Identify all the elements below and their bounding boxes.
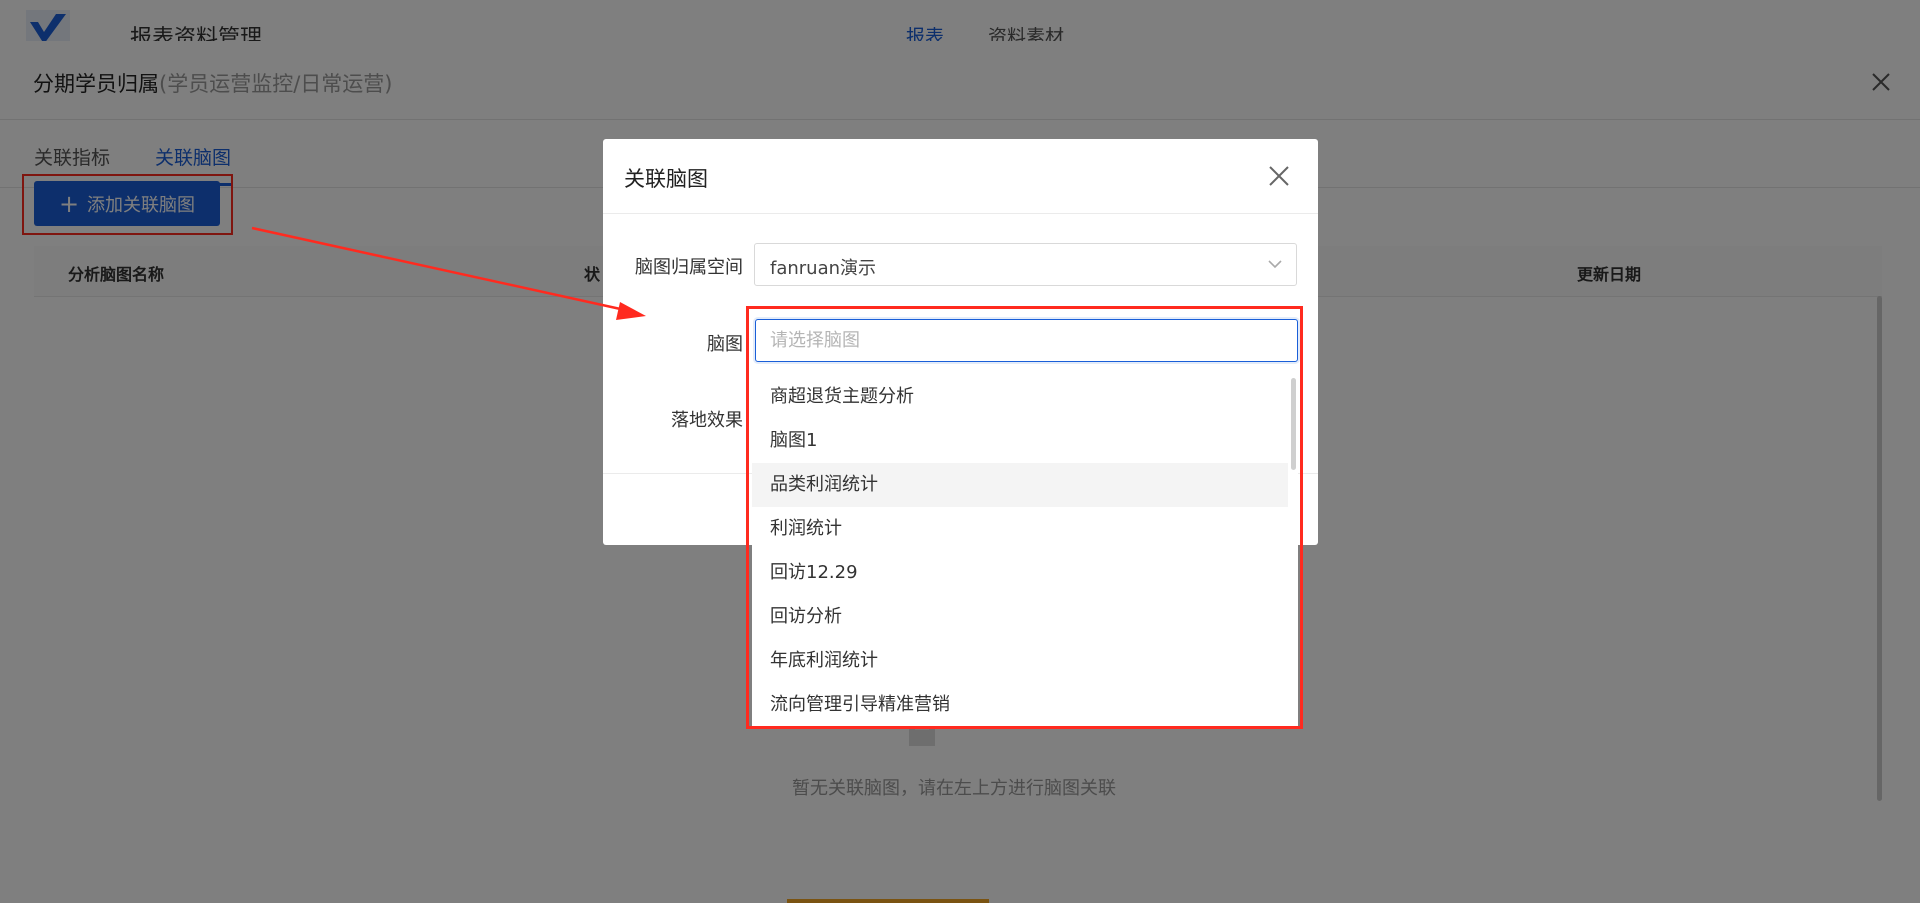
dropdown-option[interactable]: 商超退货主题分析 (752, 375, 1288, 419)
dropdown-option[interactable]: 年底利润统计 (752, 639, 1288, 683)
space-field-label: 脑图归属空间 (635, 257, 743, 278)
dropdown-option[interactable]: 流向管理引导精准营销 (752, 683, 1288, 726)
modal-header: 关联脑图 (603, 139, 1318, 214)
chevron-down-icon (1268, 260, 1282, 269)
modal-title: 关联脑图 (624, 167, 708, 191)
dropdown-option[interactable]: 利润统计 (752, 507, 1288, 551)
dropdown-option[interactable]: 回访12.29 (752, 551, 1288, 595)
close-icon[interactable] (1267, 164, 1291, 188)
space-select[interactable]: fanruan演示 (754, 243, 1297, 286)
dropdown-option[interactable]: 回访分析 (752, 595, 1288, 639)
effect-field-label: 落地效果 (671, 410, 743, 431)
dropdown-option[interactable]: 脑图1 (752, 419, 1288, 463)
mindmap-search-input[interactable] (755, 319, 1298, 362)
mindmap-field-label: 脑图 (707, 334, 743, 355)
space-select-value: fanruan演示 (770, 258, 877, 279)
dropdown-scrollbar[interactable] (1291, 378, 1296, 470)
dropdown-option[interactable]: 品类利润统计 (752, 463, 1288, 507)
mindmap-dropdown-list: 商超退货主题分析 脑图1 品类利润统计 利润统计 回访12.29 回访分析 年底… (752, 370, 1298, 726)
